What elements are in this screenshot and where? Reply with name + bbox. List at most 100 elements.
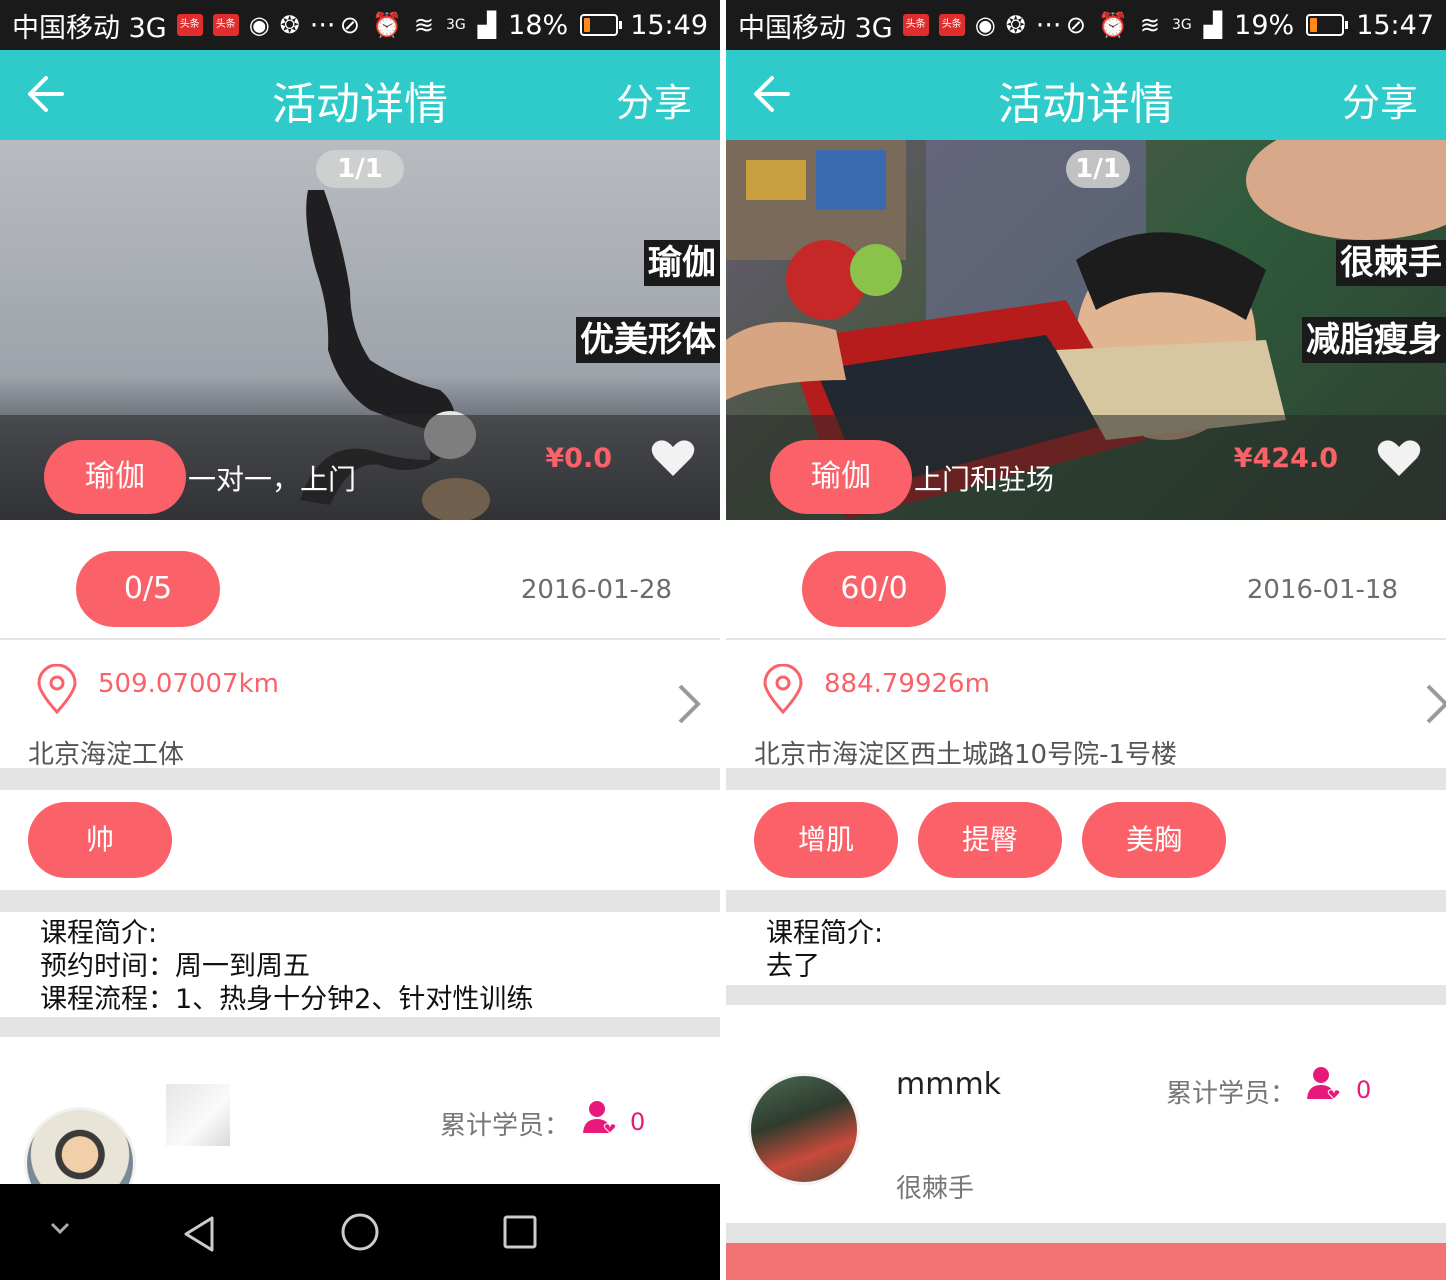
category-pill[interactable]: 瑜伽: [770, 440, 912, 514]
students-icon: [583, 1101, 617, 1134]
wechat-icon: ❂: [1005, 11, 1026, 39]
app-bar: 活动详情 分享: [726, 50, 1446, 140]
section-divider: [726, 768, 1446, 790]
book-button[interactable]: [726, 1243, 1446, 1280]
hero-tag: 减脂瘦身: [1302, 317, 1446, 363]
signal-icon: ▟: [1203, 11, 1223, 39]
activity-date: 2016-01-28: [520, 575, 672, 605]
battery-percent: 19%: [1234, 9, 1295, 41]
battery-icon: [580, 14, 623, 36]
more-notifications-icon: ···: [1035, 9, 1062, 41]
section-divider: [0, 1017, 720, 1037]
hero-tag: 优美形体: [576, 317, 720, 363]
teacher-name: mmmk: [896, 1067, 1002, 1102]
feature-tags-row: 增肌 提臀 美胸: [726, 790, 1446, 890]
favorite-heart-icon[interactable]: [650, 438, 696, 478]
location-row[interactable]: 509.07007km 北京海淀工体: [0, 642, 720, 770]
battery-percent: 18%: [508, 9, 569, 41]
students-count: 0: [630, 1108, 646, 1136]
wifi-icon: ≋: [1139, 11, 1160, 39]
toutiao-icon: 头条: [902, 14, 929, 36]
teacher-avatar[interactable]: [748, 1073, 860, 1185]
enrollment-count: 60/0: [802, 551, 946, 627]
activity-price: ¥424.0: [1233, 443, 1338, 474]
battery-icon: [1306, 14, 1349, 36]
page-title: 活动详情: [272, 79, 448, 130]
image-counter: 1/1: [316, 150, 404, 188]
section-divider: [0, 768, 720, 790]
activity-date: 2016-01-18: [1246, 575, 1398, 605]
intro-line: 课程流程：1、热身十分钟2、针对性训练: [40, 984, 534, 1015]
alarm-icon: ⏰: [1097, 11, 1128, 39]
app-bar: 活动详情 分享: [0, 50, 720, 140]
recents-nav-icon[interactable]: [502, 1214, 538, 1250]
hero-tag: 瑜伽: [644, 240, 720, 286]
location-pin-icon: [763, 664, 803, 714]
chevron-right-icon: [1426, 684, 1446, 724]
activity-description: 一对一，上门: [188, 463, 357, 496]
clock: 15:49: [630, 9, 708, 41]
teacher-card[interactable]: 累计学员： 0: [0, 1037, 720, 1219]
toutiao-icon: 头条: [176, 14, 203, 36]
feature-tag[interactable]: 帅: [28, 802, 172, 878]
feature-tag[interactable]: 美胸: [1082, 802, 1226, 878]
back-nav-icon[interactable]: [180, 1214, 220, 1254]
activity-image[interactable]: 1/1 很棘手 减脂瘦身 瑜伽 上门和驻场 ¥424.0: [726, 140, 1446, 520]
carrier-label: 中国移动 3G: [12, 12, 167, 44]
teacher-name-obscured: [166, 1084, 230, 1146]
distance-label: 509.07007km: [98, 669, 279, 699]
students-icon: [1307, 1067, 1341, 1100]
students-count: 0: [1356, 1076, 1372, 1104]
address-label: 北京市海淀区西土城路10号院-1号楼: [754, 740, 1178, 770]
location-row[interactable]: 884.79926m 北京市海淀区西土城路10号院-1号楼: [726, 642, 1446, 770]
weibo-icon: ◉: [974, 11, 996, 39]
intro-heading: 课程简介:: [766, 918, 884, 949]
intro-line: 去了: [766, 951, 820, 982]
favorite-heart-icon[interactable]: [1376, 438, 1422, 478]
chevron-right-icon: [678, 684, 701, 724]
share-button[interactable]: 分享: [1342, 72, 1418, 127]
enrollment-row: 0/5 2016-01-28: [0, 520, 720, 640]
share-button[interactable]: 分享: [616, 72, 692, 127]
system-nav-bar: [0, 1184, 720, 1280]
feature-tag[interactable]: 提臀: [918, 802, 1062, 878]
network-type: 3G: [445, 17, 466, 33]
mute-icon: ⊘: [1065, 11, 1086, 39]
toutiao-icon: 头条: [938, 14, 965, 36]
teacher-subtitle: 很棘手: [896, 1174, 975, 1204]
status-bar: 中国移动 3G 头条 头条 ◉ ❂ ··· ⊘ ⏰ ≋ 3G ▟ 19% 15:…: [726, 0, 1446, 50]
status-bar: 中国移动 3G 头条 头条 ◉ ❂ ··· ⊘ ⏰ ≋ 3G ▟ 18% 15:…: [0, 0, 720, 50]
alarm-icon: ⏰: [371, 11, 402, 39]
right-screen: 中国移动 3G 头条 头条 ◉ ❂ ··· ⊘ ⏰ ≋ 3G ▟ 19% 15:…: [726, 0, 1446, 1280]
weibo-icon: ◉: [248, 11, 270, 39]
wechat-icon: ❂: [279, 11, 300, 39]
network-type: 3G: [1171, 17, 1192, 33]
intro-heading: 课程简介:: [40, 918, 158, 949]
carrier-label: 中国移动 3G: [738, 12, 893, 44]
address-label: 北京海淀工体: [28, 740, 185, 770]
activity-description: 上门和驻场: [914, 463, 1055, 496]
page-title: 活动详情: [998, 79, 1174, 130]
feature-tag[interactable]: 增肌: [754, 802, 898, 878]
intro-line: 预约时间：周一到周五: [40, 951, 310, 982]
feature-tags-row: 帅: [0, 790, 720, 890]
left-screen: 中国移动 3G 头条 头条 ◉ ❂ ··· ⊘ ⏰ ≋ 3G ▟ 18% 15:…: [0, 0, 720, 1280]
section-divider: [726, 890, 1446, 912]
section-divider: [726, 985, 1446, 1005]
category-pill[interactable]: 瑜伽: [44, 440, 186, 514]
activity-image[interactable]: 1/1 瑜伽 优美形体 瑜伽 一对一，上门 ¥0.0: [0, 140, 720, 520]
section-divider: [726, 1223, 1446, 1243]
mute-icon: ⊘: [339, 11, 360, 39]
home-nav-icon[interactable]: [340, 1212, 380, 1252]
students-label: 累计学员：: [1166, 1079, 1297, 1109]
signal-icon: ▟: [477, 11, 497, 39]
more-notifications-icon: ···: [309, 9, 336, 41]
location-pin-icon: [37, 664, 77, 714]
section-divider: [0, 890, 720, 912]
wifi-icon: ≋: [413, 11, 434, 39]
enrollment-count: 0/5: [76, 551, 220, 627]
clock: 15:47: [1356, 9, 1434, 41]
hide-nav-icon[interactable]: [50, 1222, 70, 1236]
teacher-card[interactable]: mmmk 很棘手 累计学员： 0: [726, 1005, 1446, 1223]
students-label: 累计学员：: [440, 1111, 571, 1141]
